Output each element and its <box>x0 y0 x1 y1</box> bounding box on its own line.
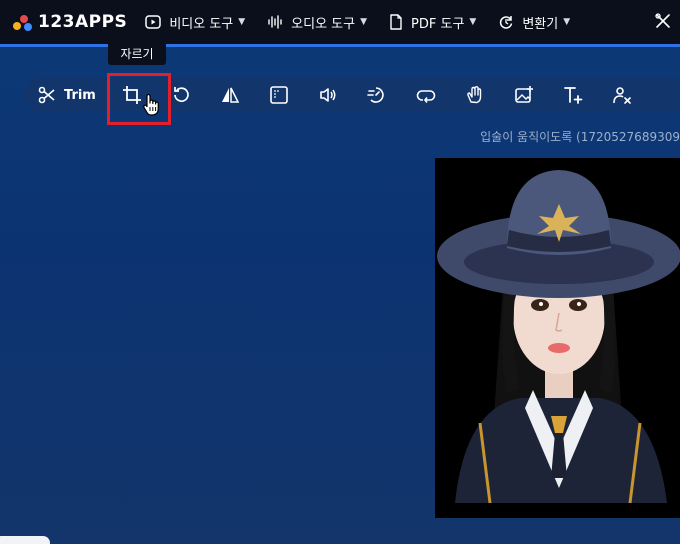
nav-audio-tools[interactable]: 오디오 도구 ▼ <box>267 13 367 32</box>
loop-button[interactable] <box>402 78 451 112</box>
add-text-button[interactable] <box>549 78 598 112</box>
trim-label: Trim <box>64 87 96 103</box>
speed-button[interactable] <box>353 78 402 112</box>
nav-converter-label: 변환기 <box>522 16 559 32</box>
nav-video-tools[interactable]: 비디오 도구 ▼ <box>145 13 245 32</box>
top-navigation-bar: 123APPS 비디오 도구 ▼ 오디오 도구 ▼ PDF 도구 ▼ 변환기 ▼ <box>0 0 680 44</box>
file-name: 입술이 움직이도록 (1720527689309 <box>480 130 680 144</box>
resize-button[interactable] <box>255 78 304 112</box>
rotate-icon <box>174 87 190 103</box>
volume-icon <box>320 88 336 102</box>
tools-wrench-icon[interactable] <box>654 12 672 30</box>
stabilize-icon <box>467 86 482 104</box>
remove-logo-icon <box>613 87 632 104</box>
nav-converter[interactable]: 변환기 ▼ <box>498 13 570 32</box>
crop-highlight-box <box>107 73 171 125</box>
nav-audio-tools-label: 오디오 도구 <box>291 16 356 32</box>
hand-cursor-icon <box>143 93 159 116</box>
add-image-button[interactable] <box>500 78 549 112</box>
accent-bar <box>0 44 680 47</box>
resize-icon <box>270 86 289 104</box>
play-circle-icon <box>145 15 162 29</box>
convert-icon <box>500 16 513 29</box>
nav-video-tools-label: 비디오 도구 <box>169 16 234 32</box>
stabilize-button[interactable] <box>451 78 500 112</box>
remove-logo-button[interactable] <box>598 78 647 112</box>
flip-icon <box>222 87 240 103</box>
nav-pdf-tools-label: PDF 도구 <box>411 16 465 32</box>
speed-icon <box>367 87 385 103</box>
loop-icon <box>417 90 436 103</box>
trim-button[interactable]: Trim <box>24 78 108 112</box>
video-preview[interactable] <box>435 158 680 518</box>
bottom-scroll-handle[interactable] <box>0 536 50 544</box>
audio-wave-icon <box>268 15 282 29</box>
app-window: 123APPS 비디오 도구 ▼ 오디오 도구 ▼ PDF 도구 ▼ 변환기 ▼ <box>0 0 680 544</box>
chevron-down-icon: ▼ <box>469 17 477 27</box>
nav-pdf-tools[interactable]: PDF 도구 ▼ <box>389 13 476 32</box>
add-text-icon <box>564 87 583 104</box>
chevron-down-icon: ▼ <box>238 17 246 27</box>
document-icon <box>390 14 402 30</box>
volume-button[interactable] <box>304 78 353 112</box>
logo-dots-icon <box>12 11 34 33</box>
crop-tooltip: 자르기 <box>108 41 166 65</box>
scissors-icon <box>38 86 55 104</box>
add-image-icon <box>515 86 534 103</box>
brand-logo[interactable]: 123APPS <box>12 11 127 33</box>
brand-name: 123APPS <box>38 12 128 32</box>
video-frame-portrait-image <box>435 158 680 518</box>
chevron-down-icon: ▼ <box>360 17 368 27</box>
flip-button[interactable] <box>206 78 255 112</box>
chevron-down-icon: ▼ <box>563 17 571 27</box>
